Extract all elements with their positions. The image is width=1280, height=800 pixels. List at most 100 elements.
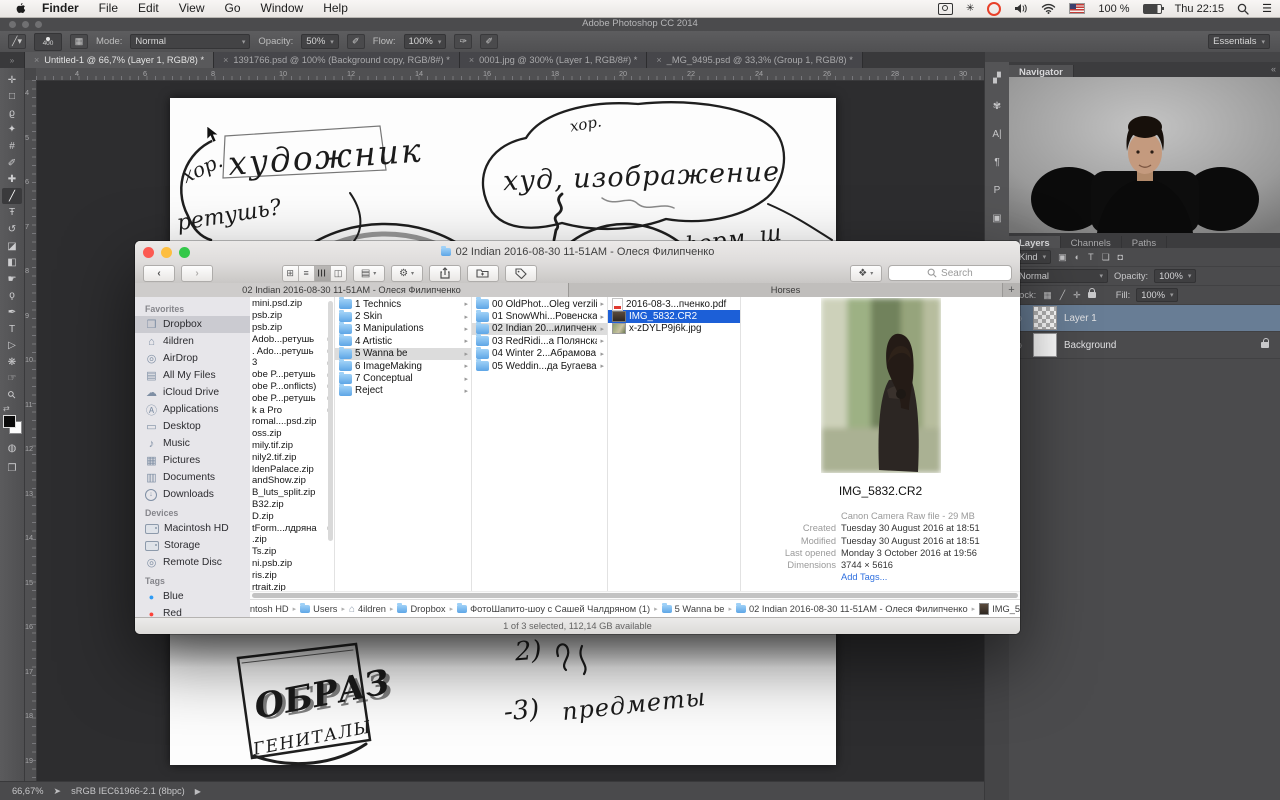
path-selection-tool[interactable]: ▷: [2, 338, 22, 354]
properties-panel-icon[interactable]: P: [985, 180, 1009, 200]
sidebar-item-4ildren[interactable]: ⌂4ildren: [135, 333, 250, 350]
folder-row[interactable]: 01 SnowWhi...Ровенская▸: [472, 310, 607, 322]
lock-pixels-icon[interactable]: ╱: [1059, 290, 1066, 301]
menu-edit[interactable]: Edit: [128, 0, 169, 17]
menu-clock[interactable]: Thu 22:15: [1175, 3, 1225, 15]
action-button[interactable]: ⚙▾: [391, 265, 423, 282]
folder-row[interactable]: 03 RedRidi...а Полянская▸: [472, 335, 607, 347]
close-tab-icon[interactable]: ×: [34, 55, 39, 65]
file-row[interactable]: romal....psd.zip: [250, 416, 334, 428]
vertical-ruler[interactable]: 45678910111213141516171819: [24, 80, 37, 782]
finder-title-bar[interactable]: 02 Indian 2016-08-30 11-51AM - Олеся Фил…: [135, 241, 1020, 263]
path-item[interactable]: Users: [300, 604, 337, 614]
sidebar-item-icloud-drive[interactable]: ☁iCloud Drive: [135, 384, 250, 401]
file-row[interactable]: mini.psd.zip: [250, 298, 334, 310]
filter-shape-icon[interactable]: ❏: [1101, 252, 1111, 263]
file-row[interactable]: . Ado...ретушь▸: [250, 345, 334, 357]
preview-thumbnail[interactable]: [821, 298, 941, 473]
file-row[interactable]: x-zDYLP9j6k.jpg: [608, 323, 740, 335]
column-scrollbar[interactable]: [328, 301, 333, 541]
sidebar-item-airdrop[interactable]: ◎AirDrop: [135, 350, 250, 367]
eyedropper-tool[interactable]: ✐: [2, 155, 22, 171]
column-view-button[interactable]: |||: [315, 266, 331, 281]
new-folder-button[interactable]: [467, 265, 499, 282]
folder-row[interactable]: 05 Weddin...да Бугаева▸: [472, 360, 607, 372]
sidebar-item-blue[interactable]: ●Blue: [135, 588, 250, 605]
sidebar-item-all-my-files[interactable]: ▤All My Files: [135, 367, 250, 384]
paragraph-panel-icon[interactable]: ¶: [985, 152, 1009, 172]
filter-type-icon[interactable]: T: [1087, 252, 1095, 262]
file-row[interactable]: psb.zip: [250, 322, 334, 334]
file-row[interactable]: D.zip: [250, 510, 334, 522]
sidebar-item-dropbox[interactable]: ❒Dropbox: [135, 316, 250, 333]
eraser-tool[interactable]: ◪: [2, 238, 22, 254]
history-brush-tool[interactable]: ↺: [2, 221, 22, 237]
spotlight-icon[interactable]: [1237, 3, 1249, 15]
brush-presets-panel-icon[interactable]: ✾: [985, 96, 1009, 116]
folder-row[interactable]: 7 Conceptual▸: [335, 372, 471, 384]
document-tab[interactable]: ×1391766.psd @ 100% (Background copy, RG…: [214, 52, 460, 68]
file-row[interactable]: .zip: [250, 534, 334, 546]
path-item[interactable]: Macintosh HD: [250, 604, 289, 614]
menu-help[interactable]: Help: [313, 0, 358, 17]
filter-pixel-icon[interactable]: ▣: [1057, 252, 1068, 263]
menu-finder[interactable]: Finder: [32, 0, 89, 17]
folder-row[interactable]: Reject▸: [335, 385, 471, 397]
sidebar-item-macintosh-hd[interactable]: Macintosh HD: [135, 520, 250, 537]
dodge-tool[interactable]: ϙ: [2, 288, 22, 304]
layer-thumbnail[interactable]: [1033, 306, 1057, 330]
clone-source-panel-icon[interactable]: ▣: [985, 208, 1009, 228]
sidebar-item-storage[interactable]: Storage: [135, 537, 250, 554]
filter-smart-object-icon[interactable]: ◘: [1117, 252, 1124, 262]
finder-minimize-button[interactable]: [161, 247, 172, 258]
path-item[interactable]: 02 Indian 2016-08-30 11-51AM - Олеся Фил…: [736, 604, 968, 614]
path-item[interactable]: Dropbox: [397, 604, 445, 614]
file-row[interactable]: obe P...onflicts)▸: [250, 381, 334, 393]
sidebar-item-music[interactable]: ♪Music: [135, 435, 250, 452]
sidebar-item-documents[interactable]: ▥Documents: [135, 469, 250, 486]
sidebar-item-pictures[interactable]: ▦Pictures: [135, 452, 250, 469]
apple-menu-icon[interactable]: [8, 2, 32, 15]
layer-fill-select[interactable]: 100%▾: [1136, 288, 1178, 302]
foreground-color-swatch[interactable]: [3, 415, 16, 428]
opera-icon[interactable]: [987, 2, 1001, 16]
file-row[interactable]: andShow.zip: [250, 475, 334, 487]
layer-row[interactable]: ◉Background: [1009, 332, 1280, 359]
coverflow-view-button[interactable]: ◫: [331, 266, 346, 281]
pressure-opacity-button[interactable]: ✐: [347, 34, 365, 49]
sidebar-item-applications[interactable]: ⒶApplications: [135, 401, 250, 418]
folder-row[interactable]: 1 Technics▸: [335, 298, 471, 310]
sidebar-item-downloads[interactable]: ↓Downloads: [135, 486, 250, 503]
folder-row[interactable]: 00 OldPhot...Oleg verzilin▸: [472, 298, 607, 310]
folder-row[interactable]: 02 Indian 20...илипченко▸: [472, 323, 607, 335]
file-row[interactable]: tForm...лдряна▸: [250, 522, 334, 534]
menu-file[interactable]: File: [89, 0, 128, 17]
tags-button[interactable]: [505, 265, 537, 282]
file-row[interactable]: k a Pro▸: [250, 404, 334, 416]
menu-window[interactable]: Window: [251, 0, 314, 17]
folder-row[interactable]: 6 ImageMaking▸: [335, 360, 471, 372]
file-row[interactable]: IMG_5832.CR2: [608, 310, 740, 322]
asterisk-app-icon[interactable]: ✳: [966, 3, 974, 14]
file-row[interactable]: ldenPalace.zip: [250, 463, 334, 475]
list-view-button[interactable]: ≡: [299, 266, 315, 281]
volume-icon[interactable]: [1014, 3, 1028, 14]
folder-row[interactable]: 2 Skin▸: [335, 310, 471, 322]
file-row[interactable]: Ts.zip: [250, 546, 334, 558]
document-tab[interactable]: ×Untitled-1 @ 66,7% (Layer 1, RGB/8) *: [25, 52, 214, 68]
workspace-switcher[interactable]: Essentials▾: [1208, 34, 1270, 49]
menu-view[interactable]: View: [169, 0, 215, 17]
shape-tool[interactable]: ❋: [2, 354, 22, 370]
file-row[interactable]: 2016-08-3...пченко.pdf: [608, 298, 740, 310]
quick-mask-button[interactable]: ◍: [2, 440, 22, 456]
clone-stamp-tool[interactable]: Ŧ: [2, 205, 22, 221]
layer-opacity-select[interactable]: 100%▾: [1154, 269, 1196, 283]
pen-tool[interactable]: ✒: [2, 304, 22, 320]
lock-position-icon[interactable]: ✛: [1072, 290, 1082, 301]
layer-row[interactable]: ◉Layer 1: [1009, 305, 1280, 332]
brush-tool[interactable]: ╱: [2, 188, 22, 204]
gradient-tool[interactable]: ◧: [2, 255, 22, 271]
path-item[interactable]: IMG_5832.CR2: [979, 603, 1020, 615]
file-row[interactable]: ni.psb.zip: [250, 558, 334, 570]
layer-blend-select[interactable]: Normal▾: [1014, 269, 1108, 283]
